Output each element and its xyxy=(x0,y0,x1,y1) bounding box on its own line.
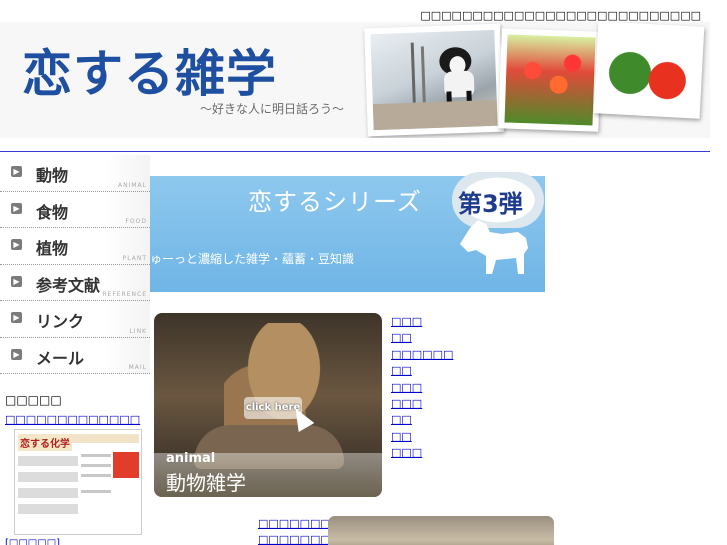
nav-item-label: 参考文献 xyxy=(36,275,101,295)
list-item-link[interactable]: □□□□□□ xyxy=(391,348,453,364)
thumbnail-block xyxy=(18,488,78,498)
sidebar-bottom-link[interactable]: [□□□□□] xyxy=(5,538,60,545)
list-item-link[interactable]: □□□ xyxy=(391,446,453,462)
card-caption-jp: 動物雑学 xyxy=(166,471,246,495)
nav-item-link[interactable]: ▶ リンク LINK xyxy=(0,301,150,338)
site-tagline: 〜好きな人に明日話ろう〜 xyxy=(200,102,345,116)
nav-item-food[interactable]: ▶ 食物 FOOD xyxy=(0,191,150,228)
main-nav: ▶ 動物 ANIMAL ▶ 食物 FOOD ▶ 植物 PLANT ▶ 参考文献 … xyxy=(0,155,150,374)
dog-image xyxy=(372,42,498,131)
nav-item-sublabel: PLANT xyxy=(122,254,147,262)
thumbnail-block xyxy=(18,472,78,482)
nav-item-reference[interactable]: ▶ 参考文献 REFERENCE xyxy=(0,264,150,301)
nav-item-label: メール xyxy=(36,348,85,368)
sidebar-heading: □□□□□ xyxy=(5,393,62,407)
list-item-link[interactable]: □□ xyxy=(391,331,453,347)
banner-subtitle: ゅーっと濃縮した雑学・蘊蓄・豆知識 xyxy=(150,252,355,266)
site-header: 恋する雑学 〜好きな人に明日話ろう〜 xyxy=(0,22,710,138)
thumbnail-line xyxy=(81,490,111,493)
header-photo-tulips xyxy=(498,28,602,132)
banner-title: 恋するシリーズ xyxy=(248,188,422,216)
sidebar-link[interactable]: □□□□□□□□□□□□□ xyxy=(5,413,140,426)
list-item-link[interactable]: □□ xyxy=(391,364,453,380)
nav-item-label: 食物 xyxy=(36,202,69,222)
list-item-link[interactable]: □□□□□□□□□ xyxy=(258,517,352,533)
list-item-link[interactable]: □□ xyxy=(391,413,453,429)
thumbnail-block xyxy=(18,456,78,466)
list-item-link[interactable]: □□□ xyxy=(391,381,453,397)
thumbnail-line xyxy=(81,454,111,457)
arrow-right-icon: ▶ xyxy=(11,275,22,287)
nav-item-label: 動物 xyxy=(36,166,69,185)
thumbnail-line xyxy=(81,474,111,477)
nav-item-sublabel: FOOD xyxy=(125,218,147,225)
related-site-thumbnail[interactable]: 恋する化学 xyxy=(14,429,142,535)
series-banner[interactable]: 恋するシリーズ 第3弾 ゅーっと濃縮した雑学・蘊蓄・豆知識 xyxy=(150,154,545,296)
nav-item-label: リンク xyxy=(36,312,85,331)
arrow-right-icon: ▶ xyxy=(11,202,22,214)
nav-item-sublabel: REFERENCE xyxy=(102,291,147,298)
header-divider xyxy=(0,151,710,152)
nav-item-sublabel: LINK xyxy=(129,327,147,335)
nav-item-sublabel: ANIMAL xyxy=(118,181,147,189)
card-caption-en: animal xyxy=(166,451,216,466)
thumbnail-block xyxy=(18,504,78,514)
thumbnail-header-bar xyxy=(69,434,139,443)
animal-trivia-card[interactable]: click here animal 動物雑学 xyxy=(154,313,382,497)
food-trivia-card[interactable] xyxy=(328,516,554,545)
arrow-right-icon: ▶ xyxy=(11,166,22,177)
arrow-right-icon: ▶ xyxy=(11,312,22,323)
arrow-right-icon: ▶ xyxy=(11,239,22,250)
top-bar: □□□□□□□□□□□□□□□□□□□□□□□□□□□ xyxy=(0,0,727,22)
list-item-link[interactable]: □□ xyxy=(391,430,453,446)
thumbnail-title: 恋する化学 xyxy=(18,434,72,451)
dog-silhouette-icon xyxy=(460,220,528,274)
arrow-right-icon: ▶ xyxy=(11,348,22,360)
nav-item-animal[interactable]: ▶ 動物 ANIMAL xyxy=(0,155,150,192)
nav-item-plant[interactable]: ▶ 植物 PLANT xyxy=(0,228,150,265)
nav-item-label: 植物 xyxy=(36,239,69,258)
thumbnail-red-block xyxy=(113,452,139,478)
header-photo-dog xyxy=(364,23,504,137)
list-item-link[interactable]: □□□□□□□□ xyxy=(258,533,341,545)
food-link-list: □□□□□□□□□ □□□□□□□□ xyxy=(258,517,352,545)
nav-item-mail[interactable]: ▶ メール MAIL xyxy=(0,337,150,374)
animal-link-list: □□□ □□ □□□□□□ □□ □□□ □□□ □□ □□ □□□ xyxy=(391,315,453,463)
nav-item-sublabel: MAIL xyxy=(128,364,147,371)
thumbnail-line xyxy=(81,464,111,467)
list-item-link[interactable]: □□□ xyxy=(391,315,453,331)
list-item-link[interactable]: □□□ xyxy=(391,397,453,413)
top-text: □□□□□□□□□□□□□□□□□□□□□□□□□□□ xyxy=(420,9,701,22)
site-logo[interactable]: 恋する雑学 xyxy=(22,34,277,106)
header-photo-vegetables xyxy=(593,22,705,119)
